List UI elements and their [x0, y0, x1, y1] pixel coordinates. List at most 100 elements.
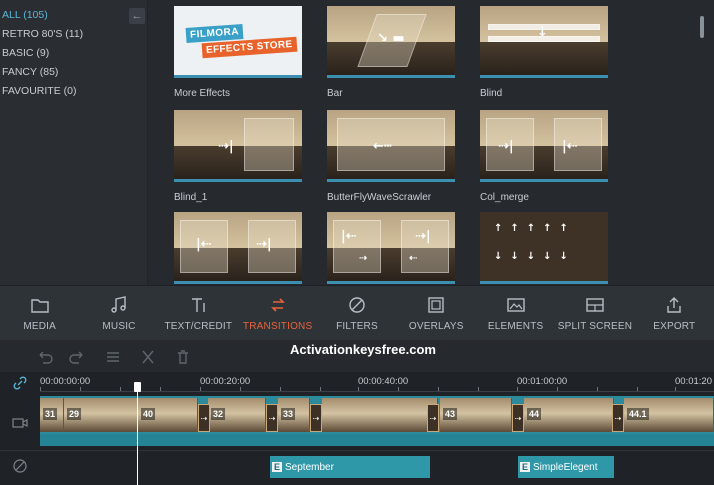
text-clip-label: SimpleElegent — [533, 461, 598, 473]
timecode: 00:01:00:00 — [517, 376, 568, 387]
arrow-left-icon: ← — [131, 10, 143, 22]
toolbar-export[interactable]: EXPORT — [635, 295, 714, 332]
arrow-left-icon: ⇠ — [409, 253, 418, 264]
category-sidebar: ALL (105) RETRO 80'S (11) BASIC (9) FANC… — [0, 0, 148, 285]
ruler-tick — [597, 387, 598, 391]
transition-marker[interactable]: ⇢ — [612, 404, 624, 432]
ruler-tick — [358, 387, 359, 391]
grid-scrollbar[interactable] — [700, 16, 704, 38]
transition-pane — [333, 220, 381, 273]
toolbar-filters[interactable]: FILTERS — [317, 295, 396, 332]
effect-tile-row3-2[interactable]: |⇠ ⇢| ⇢ ⇠ — [327, 212, 455, 284]
effect-label: ButterFlyWaveScrawler — [327, 192, 432, 203]
video-clip[interactable]: 32 — [208, 398, 266, 432]
ruler-tick — [478, 387, 479, 391]
category-list: ALL (105) RETRO 80'S (11) BASIC (9) FANC… — [0, 0, 147, 103]
effect-tile-blind[interactable]: ↓ Blind — [480, 6, 608, 99]
effect-tile-blind-1[interactable]: ⇢| Blind_1 — [174, 110, 302, 203]
video-clip[interactable]: 29 — [64, 398, 138, 432]
effect-tile-more-effects[interactable]: FILMORA EFFECTS STORE More Effects — [174, 6, 302, 99]
effect-label: Blind_1 — [174, 192, 208, 203]
timecode: 00:01:20 — [675, 376, 712, 387]
clip-number: 29 — [67, 408, 82, 420]
category-favourite[interactable]: FAVOURITE (0) — [0, 84, 147, 103]
toolbar-transitions[interactable]: TRANSITIONS — [238, 295, 317, 332]
transition-marker[interactable]: ⇢ — [427, 404, 439, 432]
video-clip[interactable]: 43 — [440, 398, 512, 432]
effect-tile-butterfly-wave-scrawler[interactable]: ←┅ ButterFlyWaveScrawler — [327, 110, 455, 203]
cut-icon[interactable] — [139, 348, 157, 366]
toolbar-music[interactable]: MUSIC — [79, 295, 158, 332]
ruler-tick — [40, 387, 41, 391]
arrow-split-right-icon: ⇢| — [415, 229, 431, 244]
toolbar-label: EXPORT — [653, 320, 696, 332]
toolbar-label: SPLIT SCREEN — [557, 320, 633, 332]
playhead-handle[interactable] — [134, 382, 141, 392]
toolbar-split-screen[interactable]: SPLIT SCREEN — [555, 295, 634, 332]
arrow-split-left-icon: |⇠ — [196, 237, 212, 252]
clip-number: 31 — [43, 408, 58, 420]
delete-icon[interactable] — [174, 348, 192, 366]
toolbar-elements[interactable]: ELEMENTS — [476, 295, 555, 332]
category-fancy[interactable]: FANCY (85) — [0, 65, 147, 84]
effect-tile-row3-1[interactable]: |⇠ ⇢| — [174, 212, 302, 284]
video-clip[interactable]: 40 — [138, 398, 198, 432]
category-retro-80s[interactable]: RETRO 80'S (11) — [0, 27, 147, 46]
ruler-tick — [637, 387, 638, 391]
effect-thumbnail: |⇠ ⇢| ⇢ ⇠ — [327, 212, 455, 284]
effect-label: Col_merge — [480, 192, 529, 203]
video-clip[interactable]: 44.1 — [624, 398, 714, 432]
toolbar-media[interactable]: MEDIA — [0, 295, 79, 332]
effect-label: Bar — [327, 88, 343, 99]
text-clip-september[interactable]: E September — [270, 456, 430, 478]
time-ruler[interactable]: 00:00:00:00 00:00:20:00 00:00:40:00 00:0… — [40, 372, 714, 392]
effects-store-thumbnail: FILMORA EFFECTS STORE — [174, 6, 302, 78]
ruler-tick — [160, 387, 161, 391]
clip-number: 44 — [527, 408, 542, 420]
toolbar-overlays[interactable]: OVERLAYS — [397, 295, 476, 332]
ruler-tick — [280, 387, 281, 391]
effect-tile-row3-3[interactable]: ↑↑↑↑↑ ↓↓↓↓↓ — [480, 212, 608, 284]
undo-icon[interactable] — [36, 348, 54, 366]
effect-thumbnail: ↘ ▬ — [327, 6, 455, 78]
ruler-tick — [557, 387, 558, 391]
playhead-line[interactable] — [137, 382, 138, 485]
toolbar-text-credit[interactable]: TEXT/CREDIT — [159, 295, 238, 332]
redo-icon[interactable] — [68, 348, 86, 366]
effect-thumbnail: ↑↑↑↑↑ ↓↓↓↓↓ — [480, 212, 608, 284]
edit-bar: Activationkeysfree.com — [0, 340, 714, 372]
category-basic[interactable]: BASIC (9) — [0, 46, 147, 65]
video-clip[interactable]: 33 — [278, 398, 310, 432]
transition-marker[interactable]: ⇢ — [198, 404, 210, 432]
toolbar-label: OVERLAYS — [408, 320, 464, 332]
transition-marker[interactable]: ⇢ — [512, 404, 524, 432]
adjust-icon[interactable] — [104, 348, 122, 366]
link-icon[interactable] — [12, 375, 28, 391]
track-strip — [40, 434, 714, 446]
collapse-sidebar-button[interactable]: ← — [129, 8, 145, 24]
timecode: 00:00:40:00 — [358, 376, 409, 387]
effect-thumbnail: |⇠ ⇢| — [174, 212, 302, 284]
thumb-ground — [480, 41, 608, 75]
ruler-tick — [675, 387, 676, 391]
video-clip[interactable] — [322, 398, 438, 432]
text-clip-simple-elegent[interactable]: E SimpleElegent — [518, 456, 614, 478]
clip-number: 43 — [443, 408, 458, 420]
clip-number: 33 — [281, 408, 296, 420]
effect-thumbnail: ←┅ — [327, 110, 455, 182]
video-track[interactable]: 31 29 40 32 33 43 44 44.1 ⇢ ⇢ ⇢ ⇢ ⇢ ⇢ — [40, 396, 714, 446]
arrow-right-icon: ⇢| — [218, 139, 234, 154]
transition-marker[interactable]: ⇢ — [266, 404, 278, 432]
arrow-split-right-icon: ⇢| — [256, 237, 272, 252]
transition-marker[interactable]: ⇢ — [310, 404, 322, 432]
effect-tile-col-merge[interactable]: ⇢| |⇠ Col_merge — [480, 110, 608, 203]
music-note-icon — [111, 295, 126, 313]
effect-label: Blind — [480, 88, 503, 99]
ruler-tick — [80, 387, 81, 391]
video-clip[interactable]: 31 — [40, 398, 64, 432]
category-all[interactable]: ALL (105) — [0, 8, 147, 27]
video-track-icon — [12, 418, 28, 428]
ruler-tick — [398, 387, 399, 391]
effect-tile-bar[interactable]: ↘ ▬ Bar — [327, 6, 455, 99]
video-clip[interactable]: 44 — [524, 398, 614, 432]
